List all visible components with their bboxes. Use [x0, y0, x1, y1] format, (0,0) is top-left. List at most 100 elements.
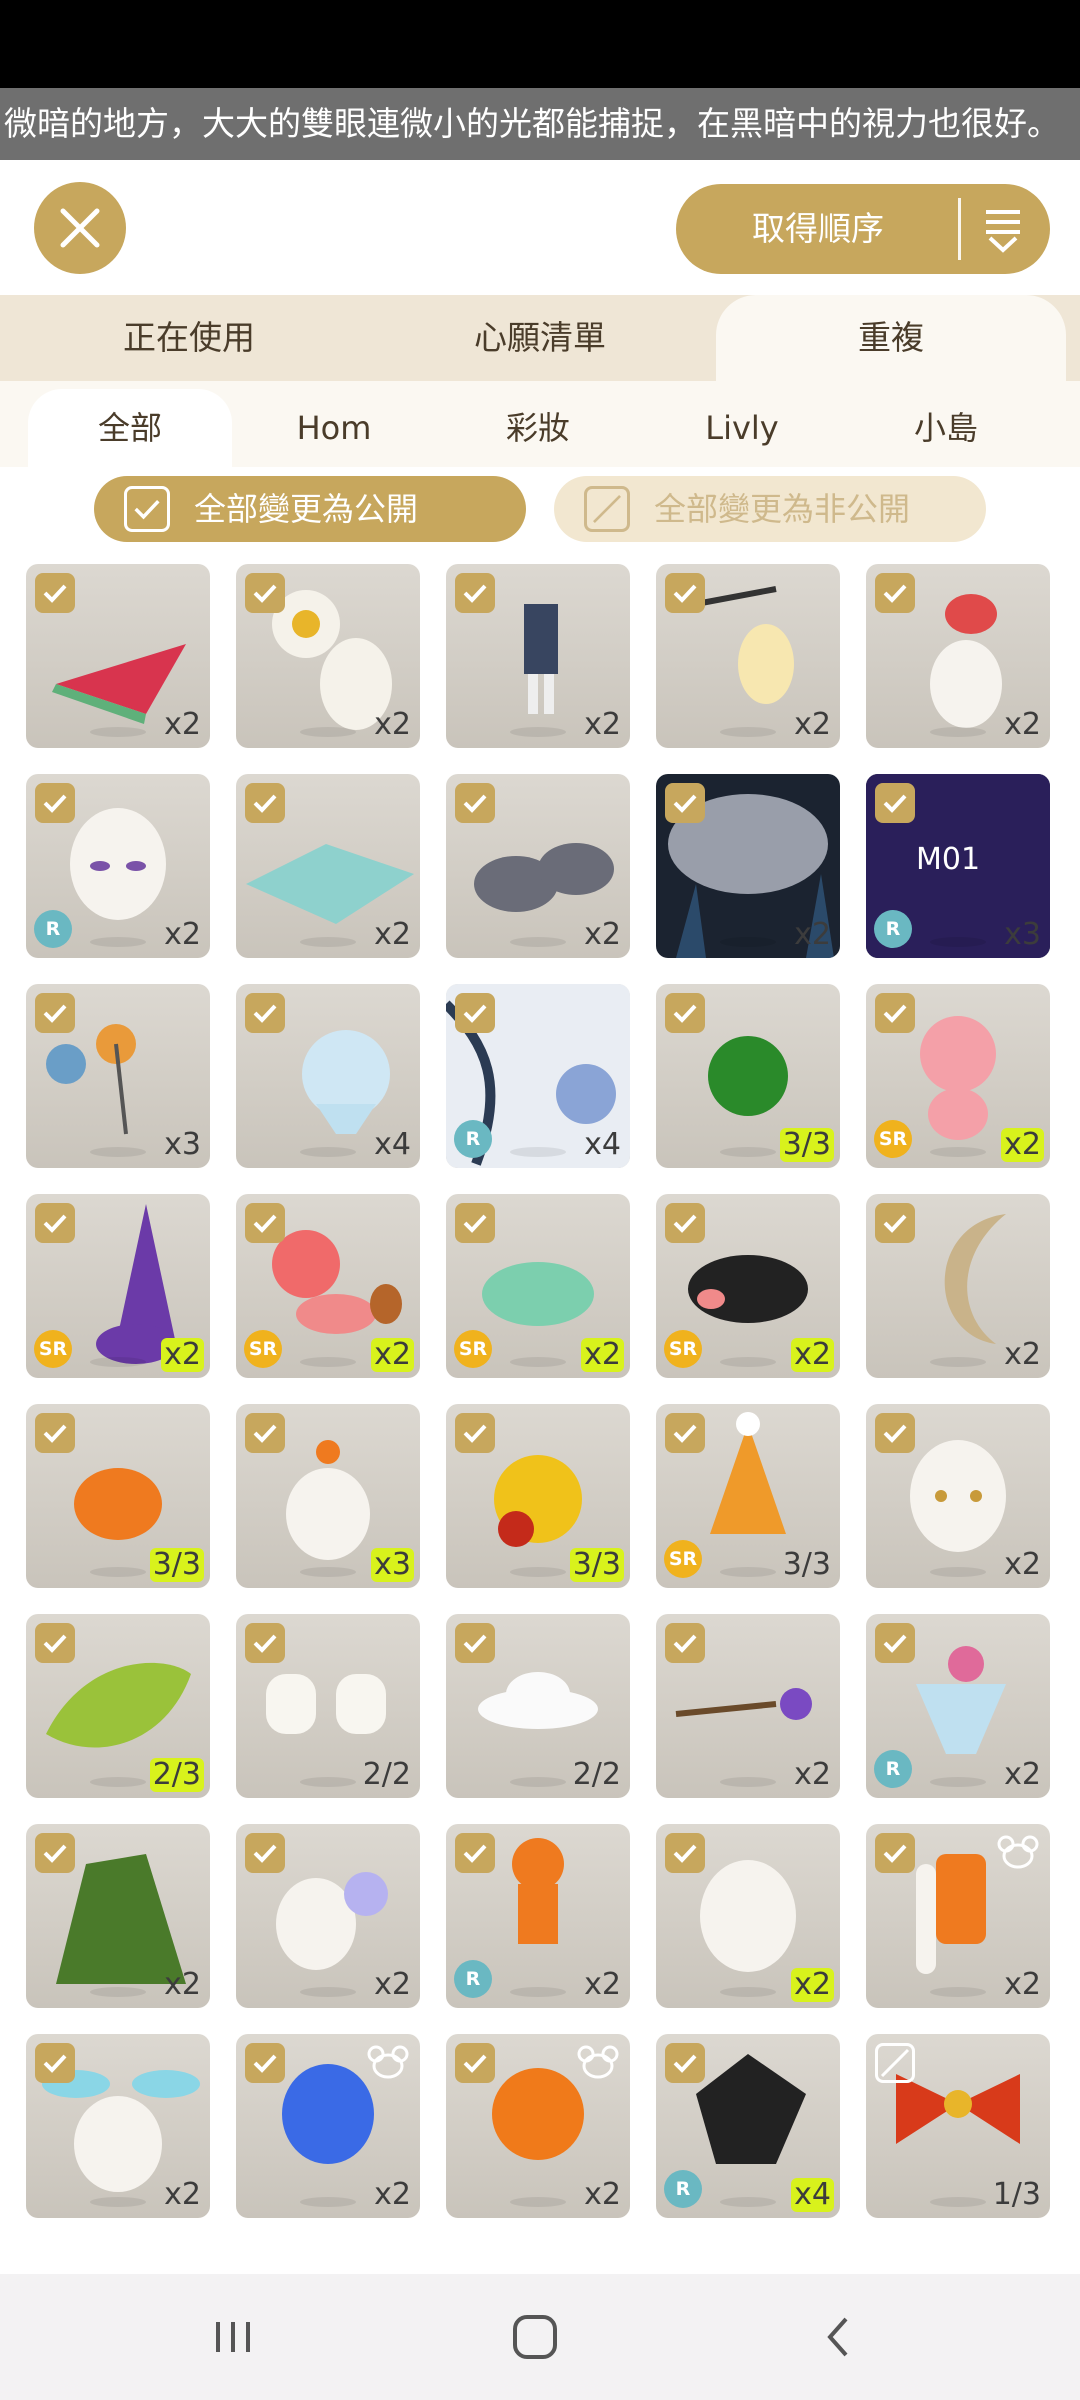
- public-checkbox-checked-icon[interactable]: [245, 1413, 285, 1453]
- rarity-badge: R: [34, 910, 72, 948]
- item-watermelon[interactable]: x2: [26, 564, 210, 748]
- subtab-livly[interactable]: Livly: [640, 389, 844, 467]
- item-count: x2: [584, 2177, 621, 2212]
- item-grape-spoon[interactable]: x2: [656, 1614, 840, 1798]
- public-checkbox-checked-icon[interactable]: [665, 1623, 705, 1663]
- item-morning-glory[interactable]: Rx4: [446, 984, 630, 1168]
- back-icon[interactable]: [804, 2304, 874, 2370]
- item-yellow-drop[interactable]: 3/3: [446, 1404, 630, 1588]
- item-moss-rock[interactable]: x2: [26, 1824, 210, 2008]
- public-checkbox-checked-icon[interactable]: [455, 783, 495, 823]
- item-outfit[interactable]: x2: [446, 564, 630, 748]
- item-party-hat[interactable]: SR 3/3: [656, 1404, 840, 1588]
- item-bunny-ears[interactable]: x2: [26, 2034, 210, 2218]
- public-checkbox-checked-icon[interactable]: [875, 1833, 915, 1873]
- item-music-bg[interactable]: M01 Rx3: [866, 774, 1050, 958]
- item-stones[interactable]: x2: [446, 774, 630, 958]
- public-checkbox-checked-icon[interactable]: [665, 993, 705, 1033]
- public-checkbox-checked-icon[interactable]: [245, 783, 285, 823]
- item-orange-dot-head[interactable]: x3: [236, 1404, 420, 1588]
- public-checkbox-checked-icon[interactable]: [875, 573, 915, 613]
- item-teal-creature[interactable]: SR x2: [446, 1194, 630, 1378]
- item-pinwheels[interactable]: x3: [26, 984, 210, 1168]
- item-green-ball[interactable]: 3/3: [656, 984, 840, 1168]
- public-checkbox-checked-icon[interactable]: [875, 1413, 915, 1453]
- public-checkbox-checked-icon[interactable]: [455, 1623, 495, 1663]
- public-checkbox-checked-icon[interactable]: [35, 573, 75, 613]
- public-checkbox-checked-icon[interactable]: [875, 1623, 915, 1663]
- subtab-hom[interactable]: Hom: [232, 389, 436, 467]
- public-checkbox-checked-icon[interactable]: [35, 993, 75, 1033]
- recent-apps-icon[interactable]: [198, 2304, 268, 2370]
- item-orange-hair[interactable]: x2: [446, 2034, 630, 2218]
- public-checkbox-checked-icon[interactable]: [875, 993, 915, 1033]
- item-orange-mushroom[interactable]: 3/3: [26, 1404, 210, 1588]
- item-dark-bg[interactable]: x2: [656, 774, 840, 958]
- sort-filter-icon[interactable]: [978, 204, 1028, 254]
- tab-in-use[interactable]: 正在使用: [0, 295, 378, 381]
- item-eyes-head[interactable]: x2: [866, 1404, 1050, 1588]
- public-checkbox-checked-icon[interactable]: [245, 1833, 285, 1873]
- item-blue-hair[interactable]: x2: [236, 2034, 420, 2218]
- public-checkbox-unchecked-icon[interactable]: [875, 2043, 915, 2083]
- public-checkbox-checked-icon[interactable]: [875, 783, 915, 823]
- rarity-badge: SR: [874, 1120, 912, 1158]
- public-checkbox-checked-icon[interactable]: [665, 573, 705, 613]
- public-checkbox-checked-icon[interactable]: [665, 1833, 705, 1873]
- home-icon[interactable]: [500, 2304, 570, 2370]
- public-checkbox-checked-icon[interactable]: [35, 783, 75, 823]
- item-pink-doll[interactable]: SR x2: [866, 984, 1050, 1168]
- public-checkbox-checked-icon[interactable]: [35, 1203, 75, 1243]
- item-lantern[interactable]: x2: [656, 564, 840, 748]
- public-checkbox-checked-icon[interactable]: [455, 993, 495, 1033]
- tab-wishlist[interactable]: 心願清單: [378, 295, 702, 381]
- item-sunflower-head[interactable]: x2: [236, 564, 420, 748]
- public-checkbox-checked-icon[interactable]: [245, 1203, 285, 1243]
- item-count: x3: [371, 1548, 414, 1582]
- public-checkbox-checked-icon[interactable]: [875, 1203, 915, 1243]
- make-all-public-button[interactable]: 全部變更為公開: [94, 476, 526, 542]
- public-checkbox-checked-icon[interactable]: [455, 1203, 495, 1243]
- public-checkbox-checked-icon[interactable]: [665, 1413, 705, 1453]
- public-checkbox-checked-icon[interactable]: [665, 2043, 705, 2083]
- public-checkbox-checked-icon[interactable]: [245, 993, 285, 1033]
- public-checkbox-checked-icon[interactable]: [665, 1203, 705, 1243]
- public-checkbox-checked-icon[interactable]: [35, 2043, 75, 2083]
- public-checkbox-checked-icon[interactable]: [455, 2043, 495, 2083]
- item-orange-vest[interactable]: x2: [866, 1824, 1050, 2008]
- close-button[interactable]: [34, 182, 126, 274]
- public-checkbox-checked-icon[interactable]: [35, 1413, 75, 1453]
- tab-duplicates[interactable]: 重複: [716, 295, 1066, 381]
- item-parfait[interactable]: Rx2: [866, 1614, 1050, 1798]
- public-checkbox-checked-icon[interactable]: [455, 573, 495, 613]
- make-all-private-button[interactable]: 全部變更為非公開: [554, 476, 986, 542]
- subtab-makeup[interactable]: 彩妝: [436, 389, 640, 467]
- subtab-island[interactable]: 小島: [844, 389, 1048, 467]
- public-checkbox-checked-icon[interactable]: [665, 783, 705, 823]
- public-checkbox-checked-icon[interactable]: [35, 1833, 75, 1873]
- item-shaved-ice[interactable]: x4: [236, 984, 420, 1168]
- public-checkbox-checked-icon[interactable]: [245, 573, 285, 613]
- public-checkbox-checked-icon[interactable]: [455, 1833, 495, 1873]
- item-flower-head[interactable]: x2: [236, 1824, 420, 2008]
- item-sleepy-head[interactable]: x2: [656, 1824, 840, 2008]
- item-moon[interactable]: x2: [866, 1194, 1050, 1378]
- item-orange-outfit[interactable]: Rx2: [446, 1824, 630, 2008]
- item-red-bow[interactable]: 1/3: [866, 2034, 1050, 2218]
- public-checkbox-checked-icon[interactable]: [455, 1413, 495, 1453]
- public-checkbox-checked-icon[interactable]: [245, 1623, 285, 1663]
- item-marshmallows[interactable]: 2/2: [236, 1614, 420, 1798]
- sort-order-button[interactable]: 取得順序: [676, 184, 1050, 274]
- item-dark-mask[interactable]: Rx4: [656, 2034, 840, 2218]
- item-doll-girl[interactable]: SR x2: [236, 1194, 420, 1378]
- item-black-creature[interactable]: SR x2: [656, 1194, 840, 1378]
- item-purple-creature[interactable]: SR x2: [26, 1194, 210, 1378]
- item-mushroom-hat[interactable]: x2: [866, 564, 1050, 748]
- public-checkbox-checked-icon[interactable]: [35, 1623, 75, 1663]
- item-face[interactable]: Rx2: [26, 774, 210, 958]
- item-mat[interactable]: x2: [236, 774, 420, 958]
- item-leaf[interactable]: 2/3: [26, 1614, 210, 1798]
- subtab-all[interactable]: 全部: [28, 389, 232, 467]
- item-white-hat[interactable]: 2/2: [446, 1614, 630, 1798]
- public-checkbox-checked-icon[interactable]: [245, 2043, 285, 2083]
